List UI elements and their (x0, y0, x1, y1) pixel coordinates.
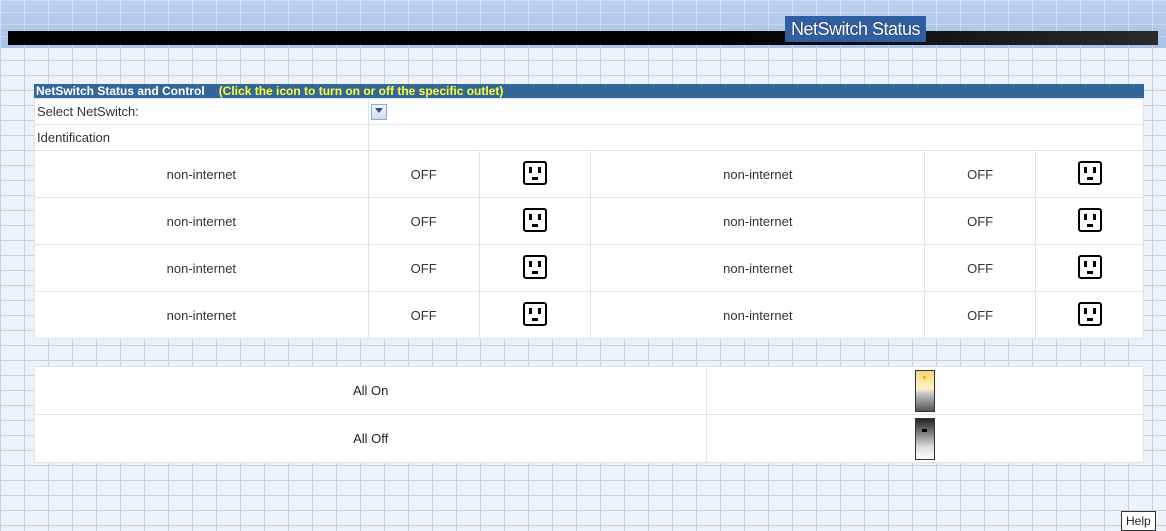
outlet-name: non-internet (166, 166, 237, 182)
page-title: NetSwitch Status (785, 16, 927, 42)
select-cell (367, 98, 1145, 125)
outlet-state: OFF (967, 260, 994, 276)
outlet-state: OFF (410, 166, 437, 182)
all-off-row: All Off (33, 414, 1144, 463)
help-button[interactable]: Help (1121, 511, 1156, 531)
all-off-label: All Off (33, 414, 708, 463)
outlet-row: non-internet OFF non-internet OFF (34, 244, 1144, 292)
outlet-name: non-internet (166, 213, 237, 229)
outlet-name: non-internet (166, 260, 237, 276)
power-outlet-icon[interactable] (523, 301, 548, 326)
all-controls-table: All On All Off (33, 366, 1144, 463)
power-outlet-icon[interactable] (1077, 160, 1102, 185)
switch-on-icon[interactable] (915, 369, 936, 412)
panel-title: NetSwitch Status and Control (36, 84, 205, 98)
outlet-state: OFF (967, 166, 994, 182)
panel-header: NetSwitch Status and Control (Click the i… (34, 84, 1144, 98)
outlet-state: OFF (967, 307, 994, 323)
outlet-row: non-internet OFF non-internet OFF (34, 197, 1144, 245)
identification-row: Identification (34, 124, 1145, 151)
outlet-name: non-internet (166, 307, 237, 323)
all-controls-panel: All On All Off (33, 366, 1144, 463)
power-outlet-icon[interactable] (1077, 254, 1102, 279)
outlet-name: non-internet (723, 213, 793, 229)
select-netswitch-label: Select NetSwitch: (34, 98, 369, 125)
outlet-name: non-internet (723, 307, 793, 323)
all-on-label: All On (33, 366, 708, 415)
panel-hint: (Click the icon to turn on or off the sp… (218, 84, 504, 98)
outlet-state: OFF (410, 260, 437, 276)
power-outlet-icon[interactable] (523, 254, 548, 279)
outlet-state: OFF (410, 213, 437, 229)
outlet-name: non-internet (723, 166, 793, 182)
outlet-state: OFF (967, 213, 994, 229)
outlet-row: non-internet OFF non-internet OFF (34, 291, 1144, 339)
status-control-panel: NetSwitch Status and Control (Click the i… (34, 84, 1145, 339)
power-outlet-icon[interactable] (523, 160, 548, 185)
power-outlet-icon[interactable] (523, 207, 548, 232)
all-on-row: All On (33, 366, 1144, 415)
select-row: Select NetSwitch: (34, 98, 1145, 125)
identification-value (367, 124, 1145, 151)
power-outlet-icon[interactable] (1077, 207, 1102, 232)
power-outlet-icon[interactable] (1077, 301, 1102, 326)
header-black-bar (8, 31, 1158, 45)
outlet-table: Select NetSwitch: Identification non-int… (34, 98, 1145, 339)
identification-label: Identification (34, 124, 369, 151)
switch-off-icon[interactable] (915, 417, 936, 460)
outlet-row: non-internet OFF non-internet OFF (34, 150, 1144, 198)
select-netswitch-dropdown[interactable] (370, 103, 387, 120)
outlet-name: non-internet (723, 260, 793, 276)
outlet-state: OFF (410, 307, 437, 323)
